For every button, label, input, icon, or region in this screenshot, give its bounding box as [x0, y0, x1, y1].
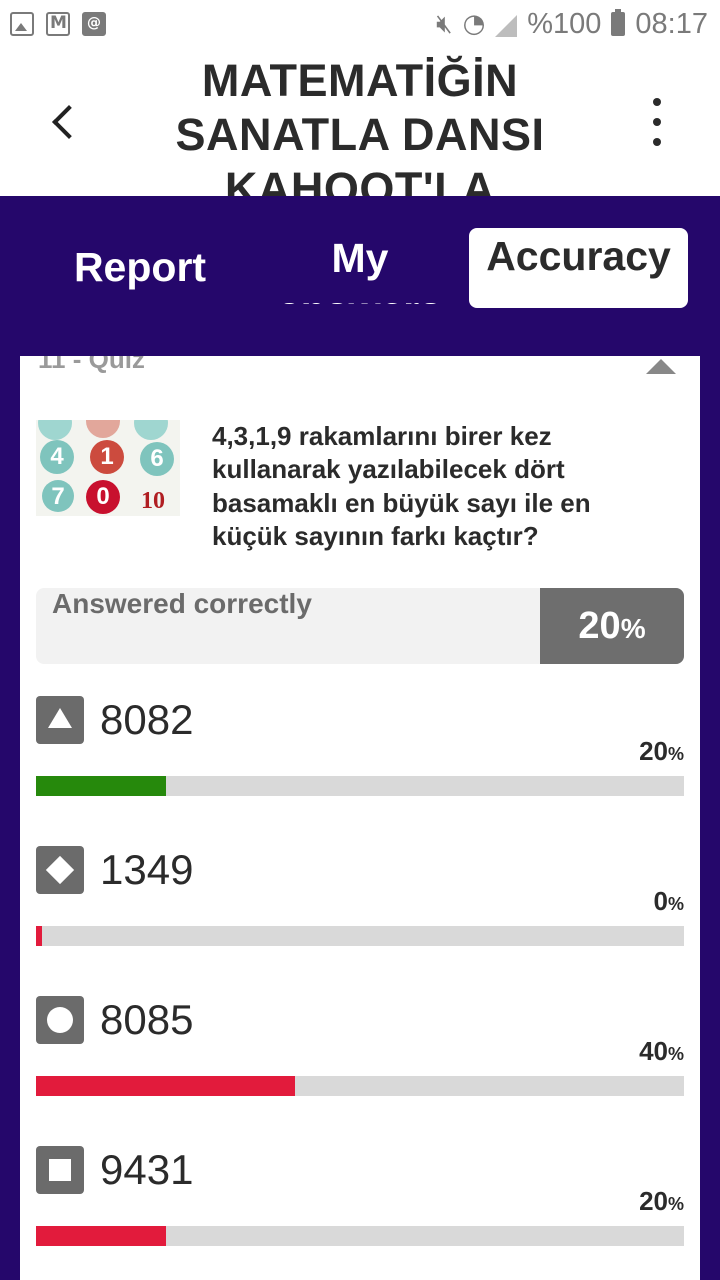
question-image: 4 1 6 7 0 10: [36, 420, 180, 516]
status-bar: 🔇︎ ◔ %100 08:17: [0, 0, 720, 50]
answer-progress-track: [36, 1226, 684, 1246]
answer-value: 8082: [100, 696, 194, 743]
image-number: 6: [140, 442, 174, 476]
signal-icon: [495, 15, 518, 37]
circle-icon: [36, 996, 84, 1044]
answer-row: 8085 40%: [36, 996, 684, 1126]
app-header: MATEMATİĞİN SANATLA DANSI KAHOOT'LA: [0, 50, 720, 196]
tab-my-answers[interactable]: My answers: [270, 232, 450, 304]
image-number: 0: [86, 480, 120, 514]
answer-value: 9431: [100, 1146, 194, 1193]
wifi-icon: ◔: [462, 9, 486, 39]
mute-icon: 🔇︎: [436, 9, 453, 39]
question-type-label: 11 - Quiz: [38, 356, 145, 374]
battery-percent: %100: [527, 8, 602, 40]
answer-progress-fill: [36, 776, 166, 796]
gmail-notification-icon: [46, 12, 70, 36]
answer-progress-fill: [36, 926, 42, 946]
answer-value: 8085: [100, 996, 194, 1043]
image-number: 1: [90, 440, 124, 474]
triangle-icon: [36, 696, 84, 744]
clock: 08:17: [635, 8, 708, 40]
answer-progress-fill: [36, 1226, 166, 1246]
answer-progress-track: [36, 926, 684, 946]
image-number: 10: [141, 488, 165, 514]
collapse-chevron-icon[interactable]: [646, 359, 676, 374]
answer-row: 1349 0%: [36, 846, 684, 976]
answer-value: 1349: [100, 846, 194, 893]
answered-correctly-bar: Answered correctly 20%: [36, 588, 684, 664]
battery-icon: [611, 9, 626, 36]
question-card: 11 - Quiz 4 1 6 7 0 10 4,3,1,9 rakamları…: [20, 356, 700, 1280]
answer-progress-track: [36, 776, 684, 796]
square-icon: [36, 1146, 84, 1194]
answer-row: 9431 20%: [36, 1146, 684, 1276]
more-options-icon[interactable]: [634, 98, 680, 146]
page-title: MATEMATİĞİN SANATLA DANSI KAHOOT'LA: [175, 55, 545, 196]
image-number: 7: [42, 480, 74, 512]
tab-report[interactable]: Report: [40, 236, 240, 298]
diamond-icon: [36, 846, 84, 894]
answered-correctly-percent: 20%: [540, 588, 684, 664]
back-arrow-icon[interactable]: [40, 92, 90, 152]
tab-accuracy[interactable]: Accuracy: [469, 228, 688, 308]
answer-percent: 40%: [639, 1036, 684, 1066]
answer-percent: 0%: [653, 886, 684, 916]
answer-row: 8082 20%: [36, 696, 684, 826]
answered-correctly-label: Answered correctly: [52, 588, 312, 619]
answer-progress-track: [36, 1076, 684, 1096]
email-notification-icon: [82, 12, 106, 36]
answer-progress-fill: [36, 1076, 296, 1096]
image-number: 4: [40, 440, 74, 474]
question-text: 4,3,1,9 rakamlarını birer kez kullanarak…: [212, 421, 591, 551]
answer-percent: 20%: [639, 1186, 684, 1216]
gallery-notification-icon: [10, 12, 34, 36]
answer-percent: 20%: [639, 736, 684, 766]
